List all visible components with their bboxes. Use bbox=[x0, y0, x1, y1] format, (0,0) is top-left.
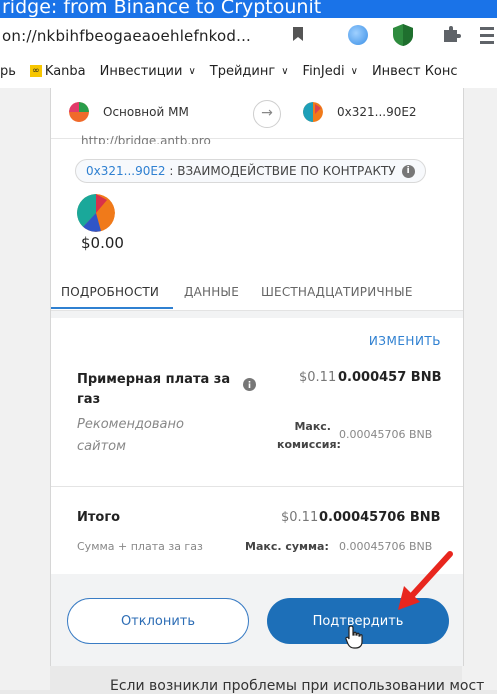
transaction-amount: $0.00 bbox=[81, 234, 124, 252]
chevron-down-icon: ∨ bbox=[281, 65, 289, 77]
address-bar[interactable]: on://nkbihfbeogaeaoehlefnkod... bbox=[0, 18, 497, 54]
background-page-left bbox=[0, 88, 50, 690]
background-page-right bbox=[462, 88, 497, 690]
page-text-behind: Если возникли проблемы при использовании… bbox=[110, 678, 485, 694]
bookmark-folder-investments[interactable]: Инвестиции ∨ bbox=[100, 64, 196, 79]
edit-link[interactable]: ИЗМЕНИТЬ bbox=[369, 334, 441, 348]
to-account-address: 0x321...90E2 bbox=[337, 105, 417, 119]
gas-fee-bnb: 0.000457 BNB bbox=[338, 370, 442, 385]
chevron-down-icon: ∨ bbox=[188, 65, 196, 77]
contract-avatar-icon bbox=[303, 102, 323, 122]
url-text[interactable]: on://nkbihfbeogaeaoehlefnkod... bbox=[0, 27, 251, 45]
bookmark-folder-trading[interactable]: Трейдинг ∨ bbox=[210, 64, 289, 79]
tab-details[interactable]: ПОДРОБНОСТИ bbox=[61, 285, 159, 299]
site-recommended-label[interactable]: Рекомендовано сайтом bbox=[77, 414, 217, 458]
extension-globe-icon[interactable] bbox=[348, 25, 368, 45]
video-title: ridge: from Binance to Cryptounit bbox=[0, 0, 497, 18]
total-usd: $0.11 bbox=[281, 510, 319, 525]
contract-action: ВЗАИМОДЕЙСТВИЕ ПО КОНТРАКТУ bbox=[177, 164, 396, 178]
tab-hex[interactable]: ШЕСТНАДЦАТИРИЧНЫЕ bbox=[261, 285, 413, 299]
bookmarks-bar: рь ∞ Kanba Инвестиции ∨ Трейдинг ∨ FinJedi… bbox=[0, 54, 497, 89]
total-label: Итого bbox=[77, 510, 121, 525]
gas-fee-usd: $0.11 bbox=[299, 370, 337, 385]
site-origin: http://bridge.antb.pro bbox=[81, 134, 211, 144]
gas-fee-label: Примерная плата за газ bbox=[77, 372, 231, 407]
info-icon[interactable]: i bbox=[401, 164, 415, 178]
total-sub-label: Сумма + плата за газ bbox=[77, 540, 203, 553]
max-sum-label: Макс. сумма: bbox=[245, 540, 329, 553]
bookmark-kanban[interactable]: ∞ Kanba bbox=[29, 64, 86, 79]
details-tabs: ПОДРОБНОСТИ ДАННЫЕ ШЕСТНАДЦАТИРИЧНЫЕ bbox=[51, 276, 463, 311]
shield-icon[interactable] bbox=[392, 23, 414, 47]
max-fee-value: 0.00045706 BNB bbox=[339, 428, 433, 441]
hand-cursor-icon bbox=[345, 625, 363, 649]
bookmark-folder-finjedi[interactable]: FinJedi ∨ bbox=[303, 64, 358, 79]
extensions-puzzle-icon[interactable] bbox=[440, 24, 462, 46]
tab-data[interactable]: ДАННЫЕ bbox=[184, 285, 239, 299]
kanban-icon: ∞ bbox=[29, 65, 42, 77]
annotation-arrow-icon bbox=[398, 551, 453, 610]
contract-interaction-badge[interactable]: 0x321...90E2 : ВЗАИМОДЕЙСТВИЕ ПО КОНТРАК… bbox=[75, 159, 426, 183]
arrow-right-icon: → bbox=[253, 100, 281, 128]
contract-address[interactable]: 0x321...90E2 bbox=[86, 164, 166, 178]
menu-icon[interactable] bbox=[480, 24, 497, 46]
bookmark-icon[interactable] bbox=[292, 26, 304, 42]
active-tab-indicator bbox=[51, 307, 173, 309]
from-account[interactable]: Основной ММ bbox=[69, 102, 189, 122]
bookmark-invest-cons[interactable]: Инвест Конс bbox=[372, 64, 458, 79]
divider bbox=[51, 486, 463, 487]
gas-info-icon[interactable] bbox=[243, 378, 256, 391]
to-account[interactable]: 0x321...90E2 bbox=[303, 102, 417, 122]
fee-panel: ИЗМЕНИТЬ Примерная плата за газ $0.11 0.… bbox=[51, 318, 463, 574]
bookmark-item[interactable]: рь bbox=[0, 64, 16, 79]
chevron-down-icon: ∨ bbox=[350, 65, 358, 77]
max-fee-label: Макс. комиссия: bbox=[277, 420, 341, 451]
account-avatar-icon bbox=[69, 102, 89, 122]
reject-button[interactable]: Отклонить bbox=[67, 598, 249, 644]
contract-large-avatar-icon bbox=[77, 194, 115, 232]
account-header: Основной ММ → 0x321...90E2 bbox=[51, 88, 463, 139]
from-account-name: Основной ММ bbox=[103, 105, 189, 119]
total-bnb: 0.00045706 BNB bbox=[319, 510, 441, 525]
